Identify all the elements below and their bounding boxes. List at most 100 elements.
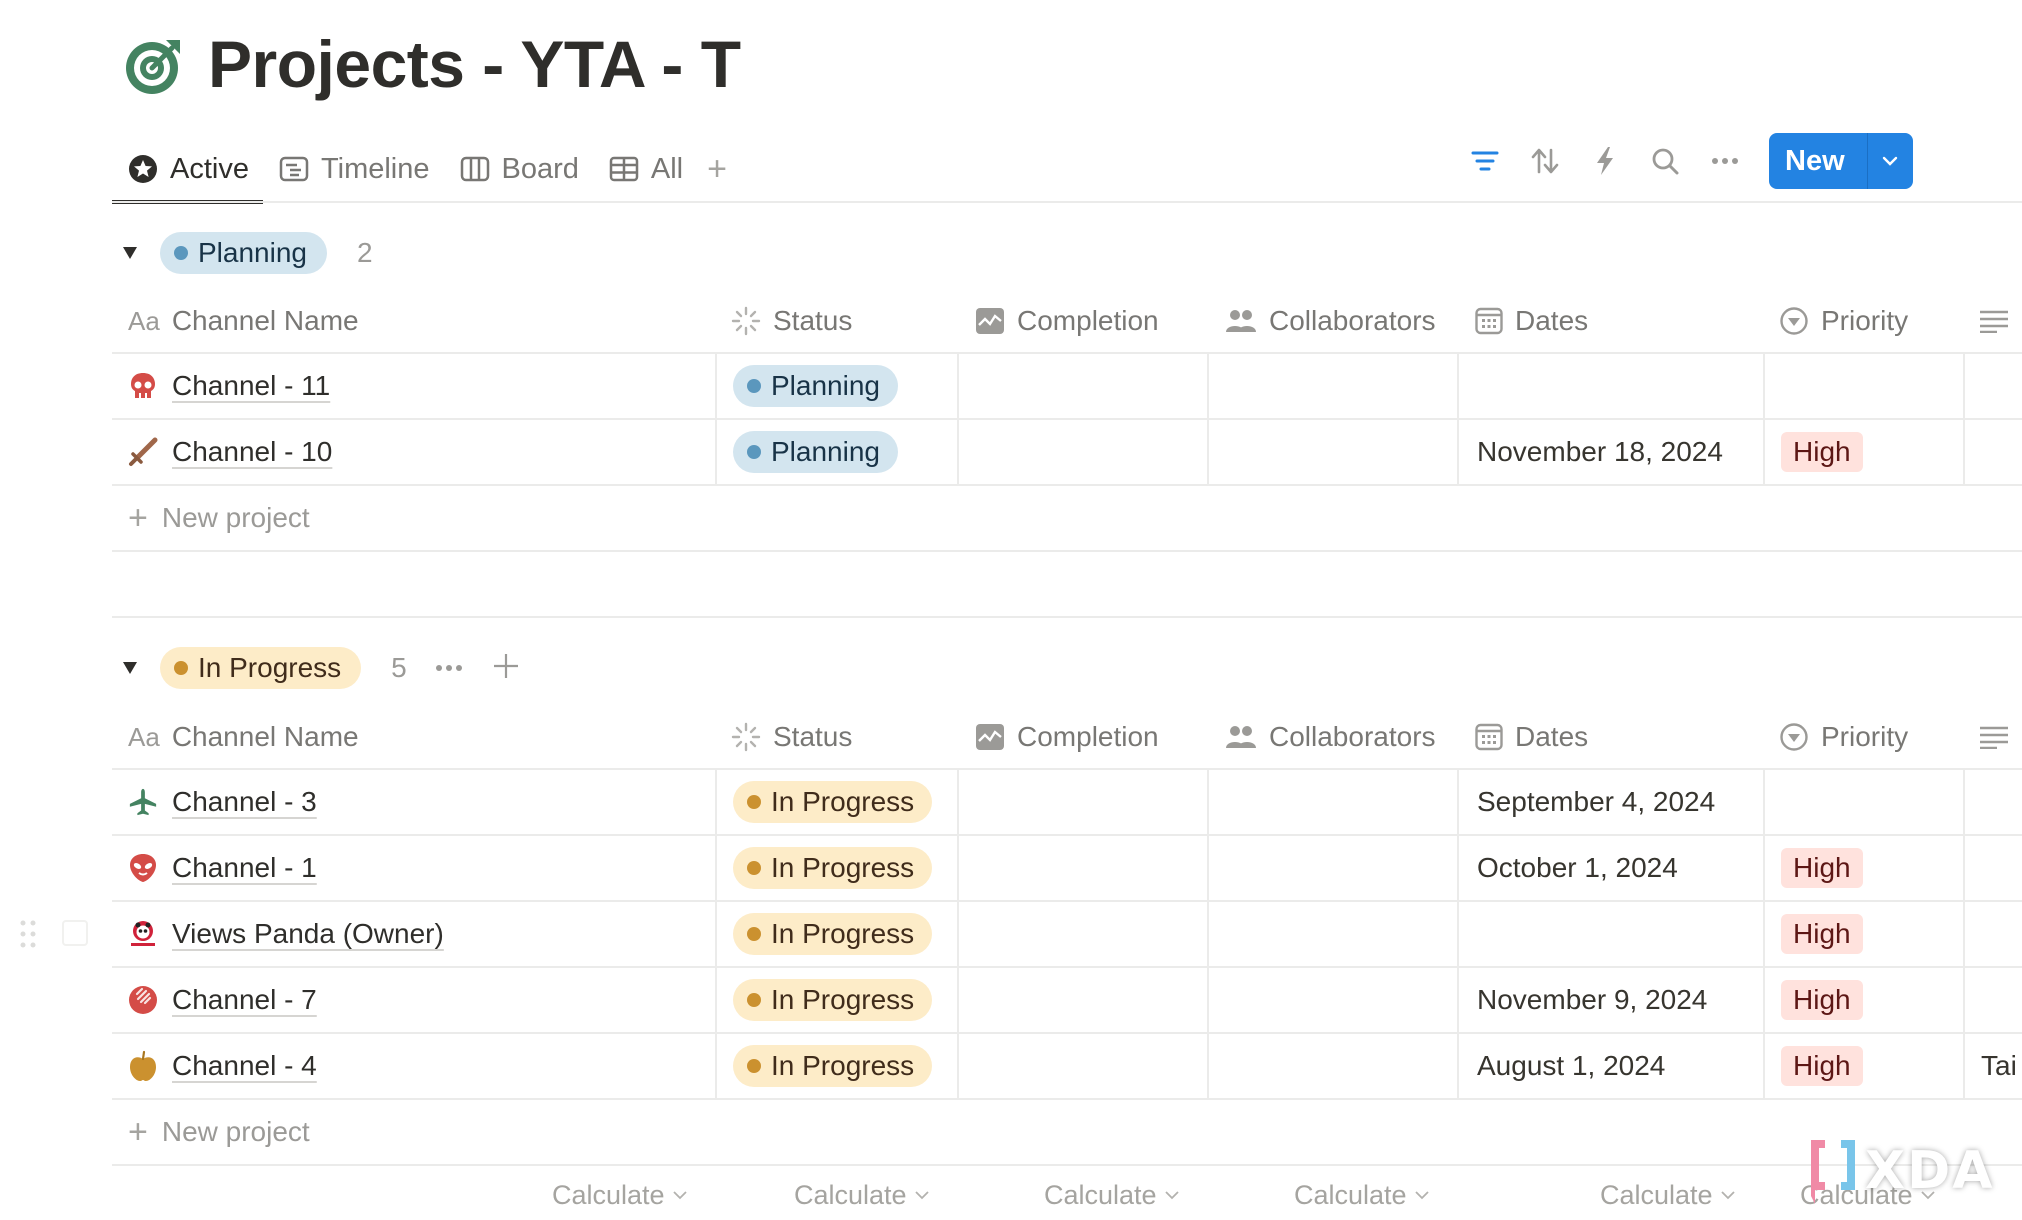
- table-row[interactable]: Views Panda (Owner) In Progress High: [112, 902, 2022, 968]
- calculate-collaborators[interactable]: Calculate: [1044, 1180, 1179, 1211]
- row-title[interactable]: Channel - 11: [172, 370, 330, 402]
- column-header-dates[interactable]: Dates: [1457, 706, 1763, 768]
- cell-collaborators[interactable]: [1207, 1034, 1457, 1098]
- column-header-text[interactable]: [1963, 290, 2022, 352]
- row-checkbox[interactable]: [62, 920, 88, 946]
- cell-status[interactable]: In Progress: [715, 902, 957, 966]
- cell-collaborators[interactable]: [1207, 420, 1457, 484]
- cell-text[interactable]: Tai: [1963, 1034, 2022, 1098]
- cell-dates[interactable]: October 1, 2024: [1457, 836, 1763, 900]
- column-header-priority[interactable]: Priority: [1763, 290, 1963, 352]
- table-row[interactable]: Channel - 1 In Progress October 1, 2024 …: [112, 836, 2022, 902]
- cell-text[interactable]: [1963, 770, 2022, 834]
- row-title[interactable]: Channel - 1: [172, 852, 317, 884]
- tab-board[interactable]: Board: [444, 136, 593, 202]
- column-header-collaborators[interactable]: Collaborators: [1207, 290, 1457, 352]
- column-header-priority[interactable]: Priority: [1763, 706, 1963, 768]
- table-row[interactable]: Channel - 7 In Progress November 9, 2024…: [112, 968, 2022, 1034]
- row-title[interactable]: Channel - 10: [172, 436, 332, 468]
- cell-status[interactable]: In Progress: [715, 836, 957, 900]
- group-toggle[interactable]: [118, 241, 142, 265]
- cell-collaborators[interactable]: [1207, 836, 1457, 900]
- new-button[interactable]: New: [1769, 133, 1867, 189]
- sort-button[interactable]: [1515, 133, 1575, 189]
- cell-text[interactable]: [1963, 836, 2022, 900]
- cell-completion[interactable]: [957, 968, 1207, 1032]
- cell-priority[interactable]: High: [1763, 836, 1963, 900]
- tab-active[interactable]: Active: [112, 136, 263, 204]
- target-icon: [126, 40, 180, 94]
- page-icon-target[interactable]: [122, 34, 186, 98]
- column-header-channel-name[interactable]: Aa Channel Name: [112, 706, 715, 768]
- row-title[interactable]: Channel - 7: [172, 984, 317, 1016]
- group-header-in-progress: In Progress 5: [118, 643, 519, 693]
- cell-status[interactable]: Planning: [715, 420, 957, 484]
- cell-priority[interactable]: [1763, 770, 1963, 834]
- group-pill[interactable]: In Progress: [160, 647, 362, 689]
- cell-dates[interactable]: August 1, 2024: [1457, 1034, 1763, 1098]
- tab-all[interactable]: All: [593, 136, 697, 202]
- more-button[interactable]: [1695, 133, 1755, 189]
- calculate-priority[interactable]: Calculate: [1600, 1180, 1735, 1211]
- cell-priority[interactable]: High: [1763, 968, 1963, 1032]
- cell-status[interactable]: Planning: [715, 354, 957, 418]
- cell-dates[interactable]: November 18, 2024: [1457, 420, 1763, 484]
- new-dropdown-button[interactable]: [1866, 133, 1913, 189]
- cell-completion[interactable]: [957, 902, 1207, 966]
- calculate-completion[interactable]: Calculate: [794, 1180, 929, 1211]
- cell-completion[interactable]: [957, 836, 1207, 900]
- cell-dates[interactable]: September 4, 2024: [1457, 770, 1763, 834]
- column-header-collaborators[interactable]: Collaborators: [1207, 706, 1457, 768]
- cell-text[interactable]: [1963, 902, 2022, 966]
- cell-text[interactable]: [1963, 354, 2022, 418]
- cell-completion[interactable]: [957, 770, 1207, 834]
- column-header-completion[interactable]: Completion: [957, 290, 1207, 352]
- column-header-status[interactable]: Status: [715, 706, 957, 768]
- cell-dates[interactable]: [1457, 354, 1763, 418]
- new-project-button[interactable]: + New project: [112, 486, 2022, 552]
- filter-button[interactable]: [1455, 133, 1515, 189]
- row-title[interactable]: Channel - 3: [172, 786, 317, 818]
- table-row[interactable]: Channel - 11 Planning: [112, 354, 2022, 420]
- cell-priority[interactable]: High: [1763, 420, 1963, 484]
- row-title[interactable]: Channel - 4: [172, 1050, 317, 1082]
- cell-dates[interactable]: [1457, 902, 1763, 966]
- column-header-completion[interactable]: Completion: [957, 706, 1207, 768]
- group-add-button[interactable]: [493, 651, 519, 685]
- group-more-button[interactable]: [435, 659, 463, 677]
- new-project-button[interactable]: + New project: [112, 1100, 2022, 1166]
- cell-collaborators[interactable]: [1207, 770, 1457, 834]
- cell-priority[interactable]: High: [1763, 902, 1963, 966]
- group-pill[interactable]: Planning: [160, 232, 327, 274]
- cell-text[interactable]: [1963, 420, 2022, 484]
- cell-priority[interactable]: High: [1763, 1034, 1963, 1098]
- cell-status[interactable]: In Progress: [715, 1034, 957, 1098]
- cell-completion[interactable]: [957, 1034, 1207, 1098]
- table-row[interactable]: Channel - 4 In Progress August 1, 2024 H…: [112, 1034, 2022, 1100]
- table-row[interactable]: Channel - 3 In Progress September 4, 202…: [112, 770, 2022, 836]
- cell-status[interactable]: In Progress: [715, 770, 957, 834]
- add-view-button[interactable]: +: [697, 150, 737, 189]
- cell-collaborators[interactable]: [1207, 354, 1457, 418]
- cell-dates[interactable]: November 9, 2024: [1457, 968, 1763, 1032]
- group-toggle[interactable]: [118, 656, 142, 680]
- cell-priority[interactable]: [1763, 354, 1963, 418]
- column-header-channel-name[interactable]: Aa Channel Name: [112, 290, 715, 352]
- calculate-dates[interactable]: Calculate: [1294, 1180, 1429, 1211]
- column-header-text[interactable]: [1963, 706, 2022, 768]
- automation-button[interactable]: [1575, 133, 1635, 189]
- calculate-status[interactable]: Calculate: [552, 1180, 687, 1211]
- column-header-status[interactable]: Status: [715, 290, 957, 352]
- table-row[interactable]: Channel - 10 Planning November 18, 2024 …: [112, 420, 2022, 486]
- cell-completion[interactable]: [957, 354, 1207, 418]
- cell-status[interactable]: In Progress: [715, 968, 957, 1032]
- column-header-dates[interactable]: Dates: [1457, 290, 1763, 352]
- row-title[interactable]: Views Panda (Owner): [172, 918, 444, 950]
- tab-timeline[interactable]: Timeline: [263, 136, 444, 202]
- search-button[interactable]: [1635, 133, 1695, 189]
- cell-text[interactable]: [1963, 968, 2022, 1032]
- cell-completion[interactable]: [957, 420, 1207, 484]
- drag-handle[interactable]: [18, 918, 38, 955]
- cell-collaborators[interactable]: [1207, 902, 1457, 966]
- cell-collaborators[interactable]: [1207, 968, 1457, 1032]
